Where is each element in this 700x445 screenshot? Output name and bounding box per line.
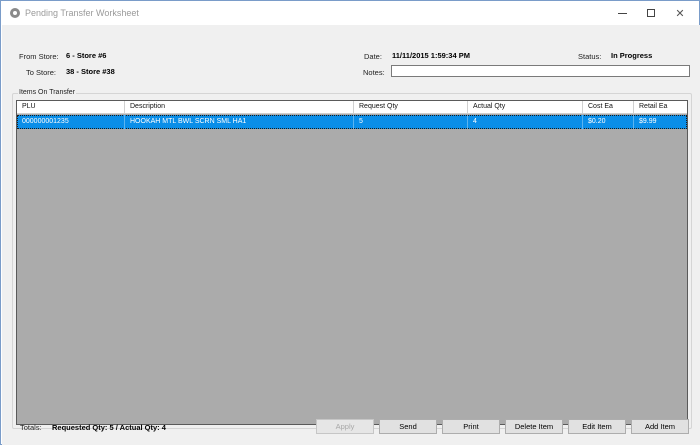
- client-area: From Store: 6 - Store #6 To Store: 38 - …: [2, 25, 700, 445]
- cell-request-qty: 5: [354, 115, 468, 129]
- print-button[interactable]: Print: [442, 419, 500, 434]
- close-icon: ✕: [675, 7, 685, 20]
- from-store-value: 6 - Store #6: [66, 51, 107, 60]
- cell-cost-ea: $0.20: [583, 115, 634, 129]
- app-icon: [10, 8, 20, 18]
- column-header-description[interactable]: Description: [125, 101, 354, 114]
- close-button[interactable]: ✕: [667, 3, 693, 23]
- grid-header: PLU Description Request Qty Actual Qty C…: [17, 101, 687, 114]
- apply-button[interactable]: Apply: [316, 419, 374, 434]
- cell-retail-ea: $9.99: [639, 118, 657, 125]
- date-label: Date:: [364, 52, 382, 61]
- cell-actual-qty: 4: [468, 115, 583, 129]
- column-header-actual-qty[interactable]: Actual Qty: [468, 101, 583, 114]
- column-header-plu[interactable]: PLU: [17, 101, 125, 114]
- notes-input[interactable]: [391, 65, 690, 77]
- delete-item-button[interactable]: Delete Item: [505, 419, 563, 434]
- maximize-icon: [647, 9, 655, 17]
- status-value: In Progress: [611, 51, 653, 60]
- to-store-value: 38 - Store #38: [66, 67, 115, 76]
- cell-description: HOOKAH MTL BWL SCRN SML HA1: [125, 115, 354, 129]
- pending-transfer-window: Pending Transfer Worksheet ✕ From Store:…: [0, 0, 700, 445]
- totals-label: Totals:: [20, 423, 42, 432]
- add-item-button[interactable]: Add Item: [631, 419, 689, 434]
- date-value: 11/11/2015 1:59:34 PM: [392, 51, 470, 60]
- window-title: Pending Transfer Worksheet: [25, 8, 139, 18]
- minimize-icon: [617, 12, 627, 14]
- cell-plu: 000000001235: [17, 115, 125, 129]
- items-grid[interactable]: PLU Description Request Qty Actual Qty C…: [16, 100, 688, 425]
- table-row[interactable]: 000000001235 HOOKAH MTL BWL SCRN SML HA1…: [17, 115, 687, 129]
- from-store-label: From Store:: [19, 52, 59, 61]
- send-button[interactable]: Send: [379, 419, 437, 434]
- items-group-label: Items On Transfer: [18, 89, 77, 96]
- to-store-label: To Store:: [26, 68, 57, 77]
- notes-label: Notes:: [363, 68, 385, 77]
- edit-item-button[interactable]: Edit Item: [568, 419, 626, 434]
- totals-value: Requested Qty: 5 / Actual Qty: 4: [52, 423, 166, 432]
- column-header-cost-ea[interactable]: Cost Ea: [583, 101, 634, 114]
- maximize-button[interactable]: [638, 3, 664, 23]
- status-label: Status:: [578, 52, 602, 61]
- title-bar[interactable]: Pending Transfer Worksheet ✕: [1, 1, 699, 25]
- column-header-retail-ea[interactable]: Retail Ea: [634, 101, 687, 114]
- minimize-button[interactable]: [609, 3, 635, 23]
- column-header-request-qty[interactable]: Request Qty: [354, 101, 468, 114]
